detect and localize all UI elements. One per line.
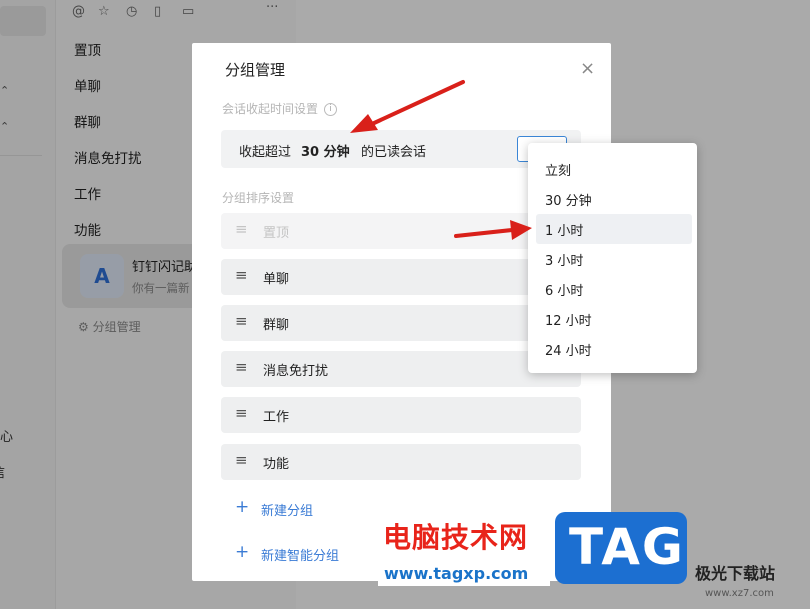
watermark-tag-logo: TAG [555, 512, 687, 584]
watermark-cn-text: 电脑技术网 [383, 521, 529, 554]
watermark-tag-text: TAG [569, 518, 685, 576]
watermark-url: www.tagxp.com [384, 564, 529, 583]
arrow-to-1-hour-option [454, 220, 532, 240]
watermark-url-box: www.tagxp.com [378, 562, 550, 586]
watermark-site-url: www.xz7.com [705, 588, 774, 599]
watermark-site-name: 极光下载站 [695, 564, 776, 583]
arrow-to-collapse-value [350, 80, 465, 133]
